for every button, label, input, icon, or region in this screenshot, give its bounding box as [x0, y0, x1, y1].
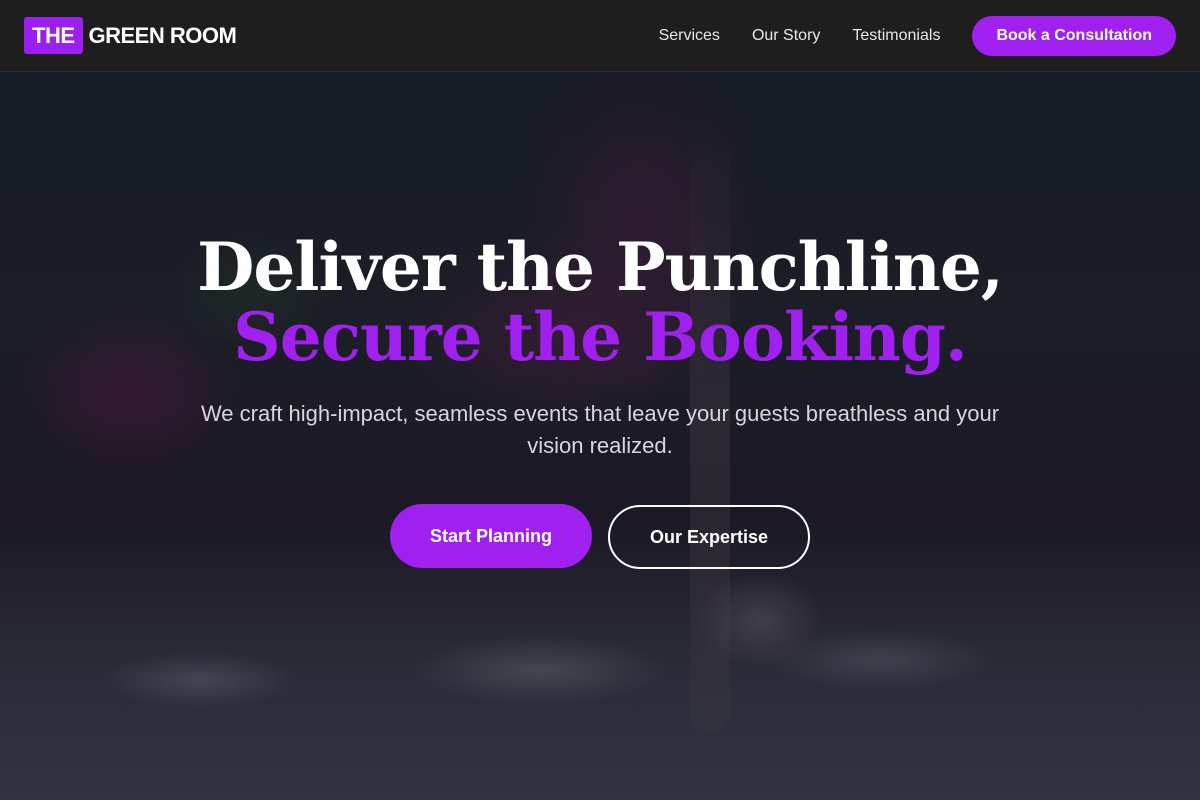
hero-title-line2: Secure the Booking. — [233, 298, 968, 376]
logo-text: GREEN ROOM — [88, 22, 237, 48]
logo-badge: THE — [24, 17, 83, 54]
nav-link-our-story[interactable]: Our Story — [752, 27, 820, 45]
hero-content: Deliver the Punchline, Secure the Bookin… — [0, 232, 1200, 569]
hero-subtitle: We craft high-impact, seamless events th… — [200, 401, 1000, 458]
main-nav: Services Our Story Testimonials Book a C… — [659, 16, 1176, 56]
logo[interactable]: THE GREEN ROOM — [24, 17, 237, 54]
hero-title-line1: Deliver the Punchline, — [197, 228, 1004, 306]
site-header: THE GREEN ROOM Services Our Story Testim… — [0, 0, 1200, 72]
nav-link-testimonials[interactable]: Testimonials — [852, 27, 940, 45]
hero-actions: Start Planning Our Expertise — [0, 504, 1200, 569]
our-expertise-button[interactable]: Our Expertise — [607, 505, 811, 569]
nav-link-services[interactable]: Services — [659, 27, 720, 45]
hero-section: Deliver the Punchline, Secure the Bookin… — [0, 72, 1200, 800]
hero-title: Deliver the Punchline, Secure the Bookin… — [0, 232, 1200, 372]
book-consultation-button[interactable]: Book a Consultation — [972, 16, 1176, 56]
start-planning-button[interactable]: Start Planning — [389, 504, 592, 568]
